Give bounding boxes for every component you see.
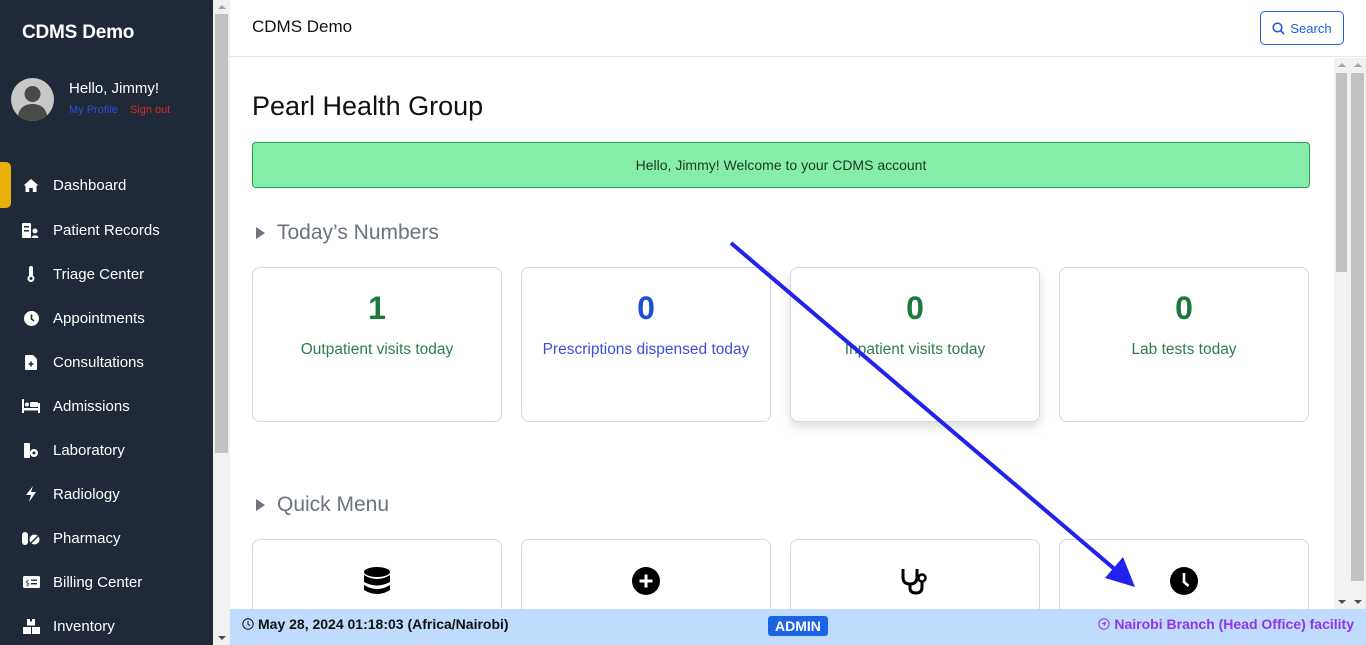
sidebar-item-consultations[interactable]: Consultations — [0, 340, 213, 384]
scroll-up-arrow[interactable] — [1353, 63, 1362, 67]
stethoscope-icon — [901, 569, 927, 595]
section-title: Today’s Numbers — [277, 221, 439, 244]
sidebar-item-label: Dashboard — [53, 176, 127, 194]
section-title: Quick Menu — [277, 493, 390, 516]
home-icon — [22, 176, 40, 194]
main-content: Pearl Health Group Hello, Jimmy! Welcome… — [230, 58, 1334, 609]
bed-icon — [22, 397, 40, 415]
sidebar-item-patient-records[interactable]: Patient Records — [0, 208, 213, 252]
sidebar-item-inventory[interactable]: Inventory — [0, 604, 213, 645]
sidebar-item-label: Consultations — [53, 353, 144, 371]
page-scrollbar[interactable] — [1349, 58, 1366, 609]
pills-icon — [22, 529, 40, 547]
facility-indicator: Nairobi Branch (Head Office) facility — [1098, 616, 1354, 632]
topbar-title: CDMS Demo — [252, 17, 353, 36]
my-profile-link[interactable]: My Profile — [69, 104, 118, 116]
sidebar-scrollbar-thumb[interactable] — [215, 14, 228, 453]
footer-datetime: May 28, 2024 01:18:03 (Africa/Nairobi) — [242, 616, 509, 632]
content-scrollbar-thumb[interactable] — [1336, 73, 1347, 272]
sidebar-item-label: Inventory — [53, 617, 115, 635]
sidebar-item-label: Pharmacy — [53, 529, 121, 547]
search-icon — [1272, 21, 1286, 35]
sidebar-item-dashboard[interactable]: Dashboard — [0, 162, 213, 208]
patient-records-icon — [22, 221, 40, 239]
sidebar-item-laboratory[interactable]: Laboratory — [0, 428, 213, 472]
page-title: Pearl Health Group — [252, 91, 484, 121]
stat-label: Inpatient visits today — [844, 341, 986, 358]
page-scrollbar-thumb[interactable] — [1351, 73, 1364, 581]
sidebar-brand: CDMS Demo — [22, 22, 135, 43]
svg-text:$: $ — [25, 579, 30, 588]
sidebar-scrollbar[interactable] — [213, 0, 230, 645]
sidebar-item-label: Appointments — [53, 309, 145, 327]
clock-outline-icon — [242, 618, 254, 630]
sidebar-nav: Dashboard Patient Records Triage Center … — [0, 162, 213, 645]
datetime-text: May 28, 2024 01:18:03 (Africa/Nairobi) — [258, 616, 509, 632]
scroll-down-arrow[interactable] — [1337, 600, 1346, 604]
sidebar-item-pharmacy[interactable]: Pharmacy — [0, 516, 213, 560]
plus-circle-icon — [632, 567, 660, 595]
boxes-icon — [22, 617, 40, 635]
thermometer-icon — [22, 265, 40, 283]
welcome-alert: Hello, Jimmy! Welcome to your CDMS accou… — [252, 142, 1310, 188]
sidebar-item-billing-center[interactable]: $ Billing Center — [0, 560, 213, 604]
sidebar-item-label: Admissions — [53, 397, 130, 415]
stat-value: 0 — [1175, 290, 1193, 326]
stat-card-lab-tests[interactable]: 0 Lab tests today — [1059, 267, 1309, 422]
avatar — [11, 78, 54, 121]
scroll-down-arrow[interactable] — [1353, 600, 1362, 604]
quick-menu-item-appointments[interactable] — [1059, 539, 1309, 609]
scroll-up-arrow[interactable] — [1337, 63, 1346, 67]
status-footer: May 28, 2024 01:18:03 (Africa/Nairobi) A… — [230, 609, 1366, 645]
caret-right-icon — [256, 227, 265, 239]
sidebar-item-admissions[interactable]: Admissions — [0, 384, 213, 428]
sidebar-item-label: Triage Center — [53, 265, 145, 283]
quick-menu-cards — [252, 539, 1310, 609]
facility-text: Nairobi Branch (Head Office) facility — [1114, 616, 1354, 632]
quick-menu-heading[interactable]: Quick Menu — [256, 493, 389, 517]
sidebar-item-appointments[interactable]: Appointments — [0, 296, 213, 340]
stat-card-inpatient[interactable]: 0 Inpatient visits today — [790, 267, 1040, 422]
sign-out-link[interactable]: Sign out — [130, 104, 170, 116]
search-button[interactable]: Search — [1260, 11, 1344, 45]
stat-value: 1 — [368, 290, 386, 326]
topbar: CDMS Demo Search — [230, 0, 1366, 57]
sidebar-item-radiology[interactable]: Radiology — [0, 472, 213, 516]
stat-value: 0 — [637, 290, 655, 326]
stat-card-prescriptions[interactable]: 0 Prescriptions dispensed today — [521, 267, 771, 422]
todays-numbers-heading[interactable]: Today’s Numbers — [256, 221, 439, 245]
content-scrollbar[interactable] — [1334, 58, 1349, 609]
stat-label: Outpatient visits today — [300, 341, 454, 358]
scroll-down-arrow[interactable] — [217, 636, 226, 640]
stat-card-outpatient[interactable]: 1 Outpatient visits today — [252, 267, 502, 422]
caret-right-icon — [256, 499, 265, 511]
vial-gear-icon — [22, 441, 40, 459]
sidebar: CDMS Demo Hello, Jimmy! My Profile Sign … — [0, 0, 213, 645]
sidebar-item-label: Billing Center — [53, 573, 143, 591]
bolt-icon — [22, 485, 40, 503]
stat-value: 0 — [906, 290, 924, 326]
user-greeting: Hello, Jimmy! — [69, 80, 160, 97]
file-medical-icon — [22, 353, 40, 371]
search-button-label: Search — [1290, 20, 1332, 36]
clock-icon — [22, 309, 40, 327]
stat-label: Lab tests today — [1131, 341, 1237, 358]
money-bill-icon: $ — [22, 573, 40, 591]
scroll-up-arrow[interactable] — [217, 5, 226, 9]
avatar-silhouette-icon — [17, 86, 48, 121]
sidebar-item-label: Radiology — [53, 485, 120, 503]
sidebar-item-triage-center[interactable]: Triage Center — [0, 252, 213, 296]
user-panel: Hello, Jimmy! My Profile Sign out — [11, 78, 170, 121]
sidebar-item-label: Patient Records — [53, 221, 160, 239]
quick-menu-item-records[interactable] — [252, 539, 502, 609]
location-arrow-icon — [1098, 618, 1111, 630]
quick-menu-item-consult[interactable] — [790, 539, 1040, 609]
todays-numbers-cards: 1 Outpatient visits today 0 Prescription… — [252, 267, 1310, 422]
clock-icon — [1170, 567, 1198, 595]
sidebar-item-label: Laboratory — [53, 441, 125, 459]
quick-menu-item-add[interactable] — [521, 539, 771, 609]
database-icon — [364, 567, 390, 594]
stat-label: Prescriptions dispensed today — [542, 341, 750, 358]
role-badge: ADMIN — [768, 616, 828, 636]
